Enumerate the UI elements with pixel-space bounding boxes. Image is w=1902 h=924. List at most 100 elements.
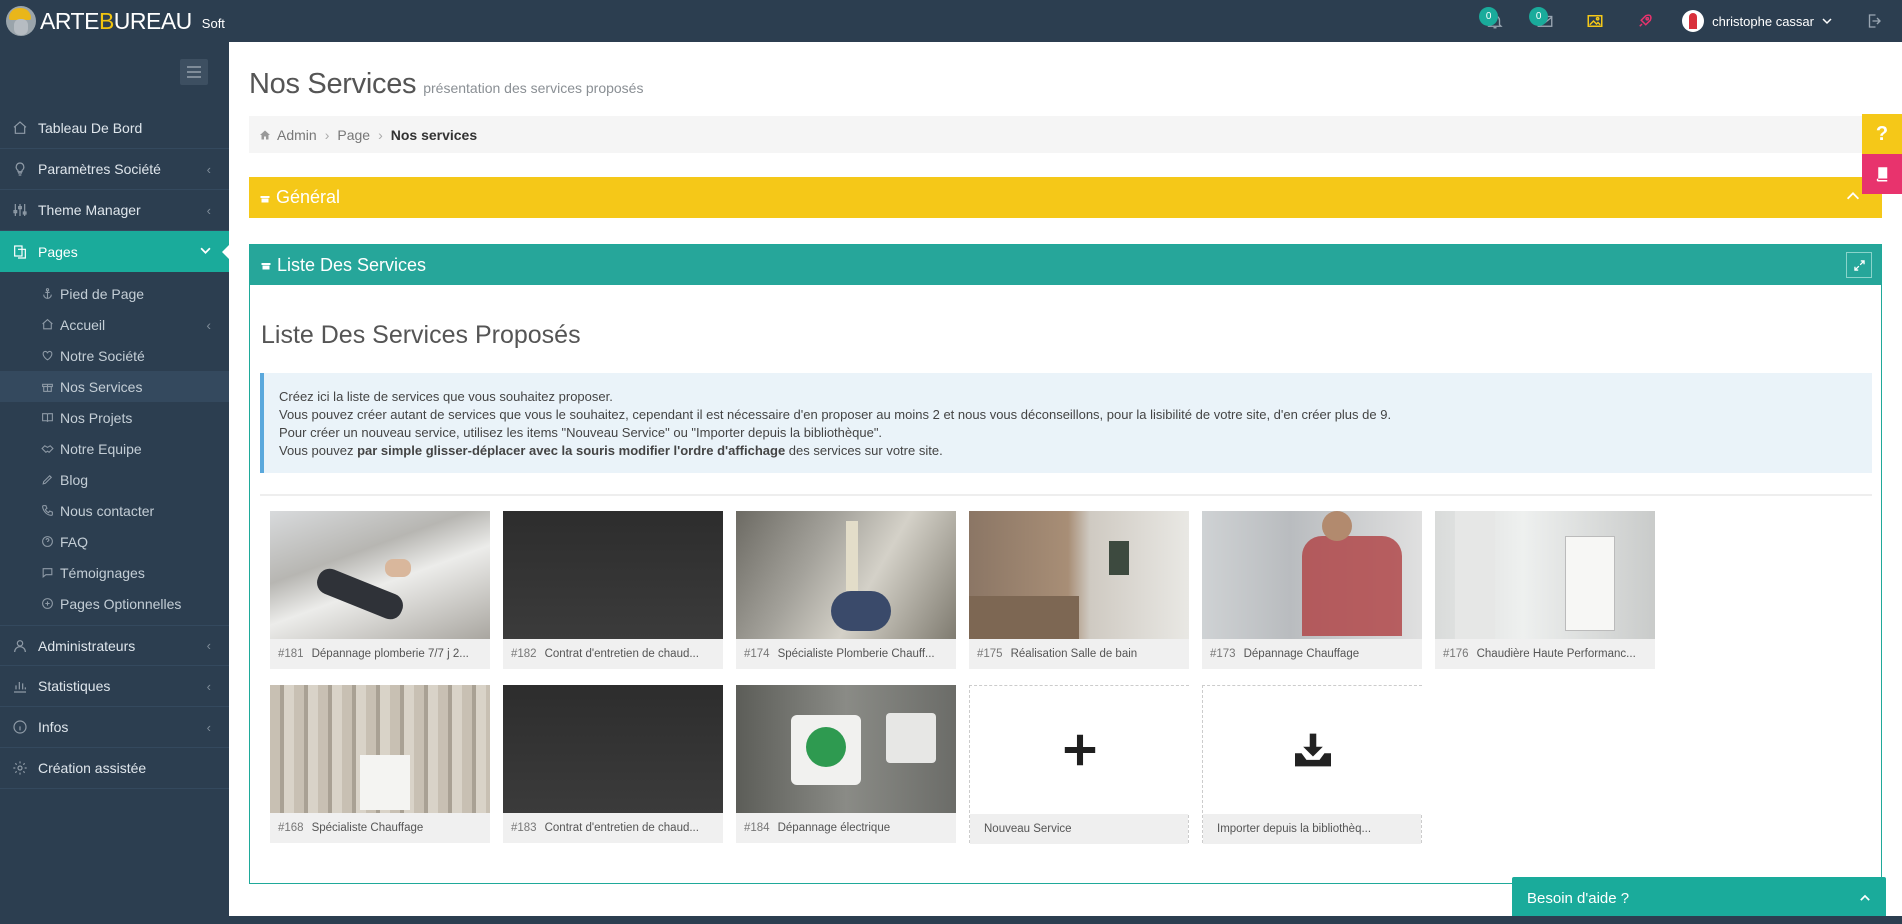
service-card[interactable]: #168 Spécialiste Chauffage <box>270 685 490 843</box>
breadcrumb-separator-icon: › <box>378 126 383 143</box>
brand-logo[interactable]: ARTEBUREAU Soft <box>6 4 225 38</box>
sidebar-subitem-label: Témoignages <box>60 564 145 581</box>
logout-button[interactable] <box>1846 0 1902 42</box>
gift-icon <box>260 195 270 202</box>
service-image <box>503 511 723 639</box>
sidebar-item-creation-assistee[interactable]: Création assistée <box>0 748 229 789</box>
book-icon <box>1876 167 1888 182</box>
home-icon <box>12 120 28 136</box>
side-help-tabs: ? <box>1862 114 1902 194</box>
panel-general-header[interactable]: Général <box>249 177 1882 218</box>
sidebar-subitem-notre-societe[interactable]: Notre Société <box>0 340 229 371</box>
service-card[interactable]: #183 Contrat d'entretien de chaud... <box>503 685 723 843</box>
expand-panel-button[interactable] <box>1846 252 1872 278</box>
chevron-left-icon: ‹ <box>206 202 211 218</box>
service-image <box>503 685 723 813</box>
service-caption: #182 Contrat d'entretien de chaud... <box>511 648 699 660</box>
gift-icon <box>40 380 54 394</box>
sidebar-subitem-nous-contacter[interactable]: Nous contacter <box>0 495 229 526</box>
page-title: Nos Services <box>249 68 417 100</box>
breadcrumb-page-link[interactable]: Page <box>337 127 370 143</box>
sidebar-subitem-pages-optionnelles[interactable]: Pages Optionnelles <box>0 588 229 619</box>
service-card[interactable]: #181 Dépannage plomberie 7/7 j 2... <box>270 511 490 669</box>
sidebar-subitem-faq[interactable]: FAQ <box>0 526 229 557</box>
sidebar-subitem-label: FAQ <box>60 533 89 550</box>
chevron-down-icon <box>200 244 211 259</box>
service-card[interactable]: #175 Réalisation Salle de bain <box>969 511 1189 669</box>
documentation-button[interactable] <box>1862 154 1902 194</box>
sidebar-subitem-blog[interactable]: Blog <box>0 464 229 495</box>
launch-button[interactable] <box>1620 0 1670 42</box>
sidebar-item-statistiques[interactable]: Statistiques ‹ <box>0 666 229 707</box>
sidebar-item-label: Paramètres Société <box>38 161 161 177</box>
sidebar-item-parametres-societe[interactable]: Paramètres Société ‹ <box>0 149 229 190</box>
service-caption: #175 Réalisation Salle de bain <box>977 648 1138 660</box>
sidebar-item-label: Création assistée <box>38 760 147 776</box>
sidebar-subitem-label: Pages Optionnelles <box>60 595 182 612</box>
service-card[interactable]: #174 Spécialiste Plomberie Chauff... <box>736 511 956 669</box>
service-card[interactable]: #173 Dépannage Chauffage <box>1202 511 1422 669</box>
section-heading: Liste Des Services Proposés <box>261 321 581 349</box>
bar-chart-icon <box>12 678 28 694</box>
breadcrumb: Admin › Page › Nos services <box>249 116 1881 153</box>
sidebar-toggle-button[interactable] <box>180 59 208 85</box>
service-image <box>969 511 1189 639</box>
sidebar-nav: Tableau De Bord Paramètres Société ‹ The… <box>0 108 230 789</box>
pages-icon <box>12 244 28 260</box>
handshake-icon <box>40 442 54 456</box>
lightbulb-icon <box>12 161 28 177</box>
service-caption: #183 Contrat d'entretien de chaud... <box>511 822 699 834</box>
sliders-icon <box>12 202 28 218</box>
expand-icon <box>1853 259 1865 271</box>
sidebar-subitem-temoignages[interactable]: Témoignages <box>0 557 229 588</box>
chevron-up-icon[interactable] <box>1844 187 1862 205</box>
need-help-widget[interactable]: Besoin d'aide ? <box>1512 877 1886 920</box>
new-service-card[interactable]: Nouveau Service <box>969 685 1190 844</box>
help-question-button[interactable]: ? <box>1862 114 1902 154</box>
sidebar-item-label: Pages <box>38 243 78 260</box>
divider <box>260 494 1872 496</box>
breadcrumb-admin-link[interactable]: Admin <box>277 127 317 143</box>
chevron-down-icon <box>1822 18 1832 25</box>
user-name: christophe cassar <box>1712 13 1814 29</box>
main-content: Nos Services présentation des services p… <box>229 42 1902 916</box>
info-line: Vous pouvez créer autant de services que… <box>279 407 1392 422</box>
service-image <box>736 685 956 813</box>
info-line: Pour créer un nouveau service, utilisez … <box>279 425 883 440</box>
home-icon <box>40 318 54 332</box>
service-card[interactable]: #182 Contrat d'entretien de chaud... <box>503 511 723 669</box>
image-icon <box>1587 15 1603 27</box>
sidebar-item-theme-manager[interactable]: Theme Manager ‹ <box>0 190 229 231</box>
sidebar-subitem-notre-equipe[interactable]: Notre Equipe <box>0 433 229 464</box>
import-image <box>1203 686 1423 814</box>
sidebar-item-infos[interactable]: Infos ‹ <box>0 707 229 748</box>
sidebar-subitem-accueil[interactable]: Accueil ‹ <box>0 309 229 340</box>
pen-icon <box>40 473 54 487</box>
heart-icon <box>40 349 54 363</box>
new-service-label: Nouveau Service <box>970 814 1188 844</box>
book-icon <box>40 411 54 425</box>
sidebar-item-pages[interactable]: Pages <box>0 231 230 272</box>
info-line: Créez ici la liste de services que vous … <box>279 389 613 404</box>
page-subtitle: présentation des services proposés <box>423 80 644 96</box>
need-help-label: Besoin d'aide ? <box>1527 890 1630 907</box>
service-card[interactable]: #184 Dépannage électrique <box>736 685 956 843</box>
breadcrumb-separator-icon: › <box>324 126 330 143</box>
sidebar-subitem-nos-projets[interactable]: Nos Projets <box>0 402 229 433</box>
chevron-left-icon: ‹ <box>206 161 211 177</box>
sidebar-item-label: Administrateurs <box>38 637 136 654</box>
sidebar-subitem-nos-services[interactable]: Nos Services <box>0 371 229 402</box>
sidebar-item-tableau-de-bord[interactable]: Tableau De Bord <box>0 108 229 149</box>
messages-button[interactable]: 0 <box>1520 0 1570 42</box>
sidebar-item-administrateurs[interactable]: Administrateurs ‹ <box>0 625 229 666</box>
import-library-card[interactable]: Importer depuis la bibliothèq... <box>1202 685 1423 844</box>
notifications-button[interactable]: 0 <box>1470 0 1520 42</box>
media-button[interactable] <box>1570 0 1620 42</box>
info-line: Vous pouvez par simple glisser-déplacer … <box>279 443 943 458</box>
user-menu[interactable]: christophe cassar <box>1670 0 1846 42</box>
sidebar-subitem-pied-de-page[interactable]: Pied de Page <box>0 278 229 309</box>
service-caption: #174 Spécialiste Plomberie Chauff... <box>744 648 935 660</box>
service-card[interactable]: #176 Chaudière Haute Performanc... <box>1435 511 1655 669</box>
logo-mascot-icon <box>6 6 36 36</box>
service-image <box>736 511 956 639</box>
